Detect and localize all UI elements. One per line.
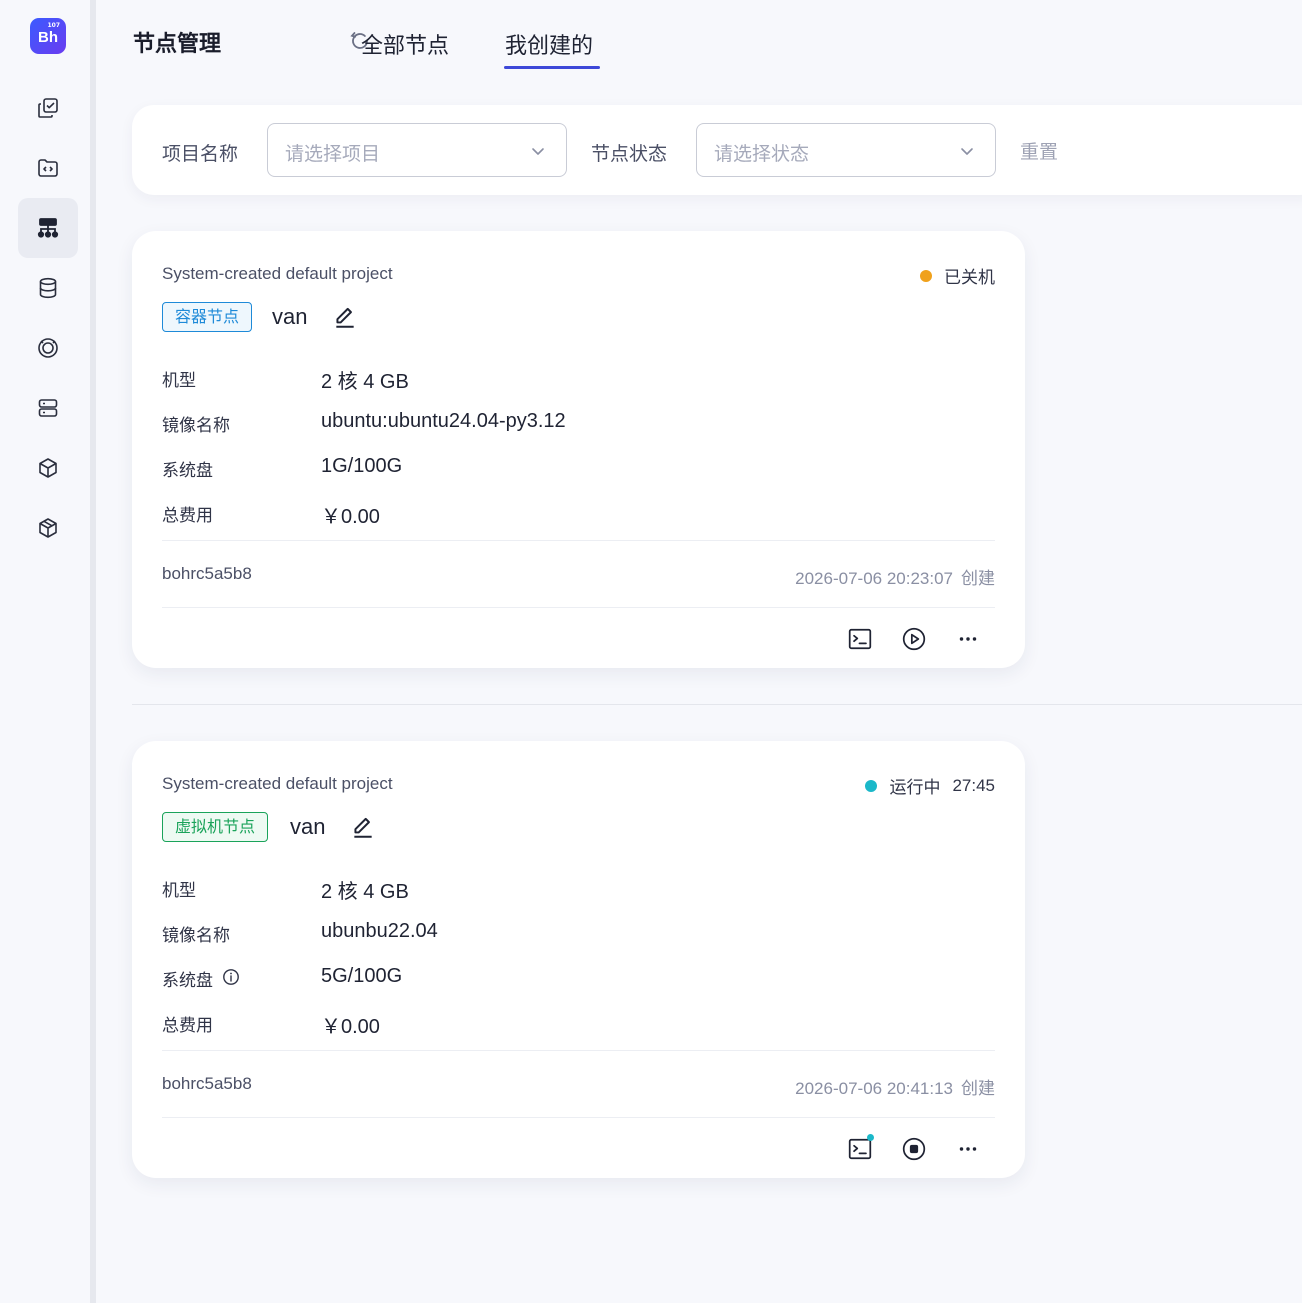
- node-name: van: [272, 304, 308, 329]
- node-card: System-created default project 已关机 容器节点 …: [132, 231, 1025, 668]
- sidebar: 107 Bh: [0, 0, 90, 1303]
- disk-label: 系统盘: [162, 461, 213, 481]
- notification-dot: [867, 1134, 874, 1141]
- page-title: 节点管理: [133, 32, 222, 57]
- more-button[interactable]: [955, 626, 981, 652]
- created-label: 创建: [961, 569, 995, 588]
- created-info: 2026-07-06 20:23:07 创建: [795, 564, 995, 589]
- node-project: System-created default project: [162, 264, 393, 283]
- edit-icon[interactable]: [350, 814, 376, 840]
- copy-check-icon: [38, 98, 58, 118]
- machine-label: 机型: [162, 881, 196, 901]
- image-label: 镜像名称: [162, 416, 230, 436]
- machine-label: 机型: [162, 371, 196, 391]
- app-logo[interactable]: 107 Bh: [30, 18, 66, 54]
- node-project: System-created default project: [162, 774, 393, 793]
- running-time: 27:45: [952, 775, 995, 795]
- node-owner: bohrc5a5b8: [162, 1074, 252, 1093]
- play-circle-icon: [902, 627, 926, 651]
- database-icon: [39, 277, 57, 299]
- sidebar-item-cube[interactable]: [18, 438, 78, 498]
- sidebar-item-code-folder[interactable]: [18, 138, 78, 198]
- disk-label: 系统盘: [162, 971, 213, 991]
- package-icon: [39, 518, 57, 538]
- image-value: ubuntu:ubuntu24.04-py3.12: [321, 410, 566, 432]
- terminal-button[interactable]: [847, 626, 873, 652]
- section-divider: [132, 704, 1302, 705]
- sidebar-item-server[interactable]: [18, 378, 78, 438]
- status-text: 运行中: [889, 778, 941, 798]
- machine-value: 2 核 4 GB: [321, 881, 409, 903]
- tab-all-nodes[interactable]: 全部节点: [361, 28, 449, 60]
- tab-my-created[interactable]: 我创建的: [505, 28, 593, 60]
- status-text: 已关机: [944, 268, 995, 288]
- node-status: 已关机: [920, 263, 995, 288]
- cost-label: 总费用: [162, 1016, 213, 1036]
- more-button[interactable]: [955, 1136, 981, 1162]
- node-type-tag: 容器节点: [162, 302, 253, 332]
- filter-bar: 项目名称 请选择项目 节点状态 请选择状态 重置: [132, 105, 1302, 195]
- info-icon[interactable]: [222, 968, 240, 986]
- cost-value: ￥0.00: [321, 506, 380, 528]
- more-horizontal-icon: [959, 637, 977, 641]
- code-folder-icon: [38, 159, 58, 177]
- node-status: 运行中 27:45: [865, 773, 995, 798]
- image-value: ubunbu22.04: [321, 920, 438, 942]
- created-label: 创建: [961, 1079, 995, 1098]
- status-select-placeholder: 请选择状态: [714, 143, 810, 165]
- sidebar-item-package[interactable]: [18, 498, 78, 558]
- logo-text: Bh: [38, 29, 58, 46]
- server-icon: [38, 399, 58, 417]
- project-filter-label: 项目名称: [162, 143, 239, 165]
- reset-button[interactable]: 重置: [1020, 137, 1058, 164]
- sidebar-item-target[interactable]: [18, 318, 78, 378]
- created-info: 2026-07-06 20:41:13 创建: [795, 1074, 995, 1099]
- cost-value: ￥0.00: [321, 1016, 380, 1038]
- disk-value: 5G/100G: [321, 965, 403, 987]
- node-type-tag: 虚拟机节点: [162, 812, 269, 842]
- status-filter-label: 节点状态: [591, 143, 668, 165]
- start-button[interactable]: [901, 626, 927, 652]
- machine-value: 2 核 4 GB: [321, 371, 409, 393]
- cost-label: 总费用: [162, 506, 213, 526]
- created-time: 2026-07-06 20:41:13: [795, 1079, 953, 1098]
- node-card: System-created default project 运行中 27:45…: [132, 741, 1025, 1178]
- card-divider: [162, 540, 995, 541]
- sidebar-item-database[interactable]: [18, 258, 78, 318]
- node-name: van: [290, 814, 326, 839]
- stop-circle-icon: [902, 1137, 926, 1161]
- page-header: 节点管理 全部节点 我创建的: [96, 0, 1302, 90]
- card-divider: [162, 607, 995, 608]
- active-tab-indicator: [504, 66, 600, 69]
- target-ring-icon: [38, 338, 58, 358]
- project-select-placeholder: 请选择项目: [285, 143, 381, 165]
- status-dot: [920, 269, 932, 282]
- node-tree-icon: [37, 218, 59, 238]
- card-divider: [162, 1050, 995, 1051]
- card-divider: [162, 1117, 995, 1118]
- disk-value: 1G/100G: [321, 455, 403, 477]
- status-select[interactable]: 请选择状态: [696, 123, 996, 177]
- sidebar-item-copy[interactable]: [18, 78, 78, 138]
- more-horizontal-icon: [959, 1147, 977, 1151]
- stop-button[interactable]: [901, 1136, 927, 1162]
- edit-icon[interactable]: [332, 304, 358, 330]
- status-dot: [865, 779, 878, 792]
- chevron-down-icon: [961, 148, 973, 155]
- project-select[interactable]: 请选择项目: [267, 123, 567, 177]
- cube-icon: [39, 458, 57, 478]
- terminal-icon: [848, 628, 872, 650]
- created-time: 2026-07-06 20:23:07: [795, 569, 953, 588]
- node-owner: bohrc5a5b8: [162, 564, 252, 583]
- sidebar-item-nodes[interactable]: [18, 198, 78, 258]
- sidebar-divider: [90, 0, 96, 1303]
- logo-superscript: 107: [47, 22, 60, 29]
- chevron-down-icon: [532, 148, 544, 155]
- image-label: 镜像名称: [162, 926, 230, 946]
- terminal-button[interactable]: [847, 1134, 874, 1162]
